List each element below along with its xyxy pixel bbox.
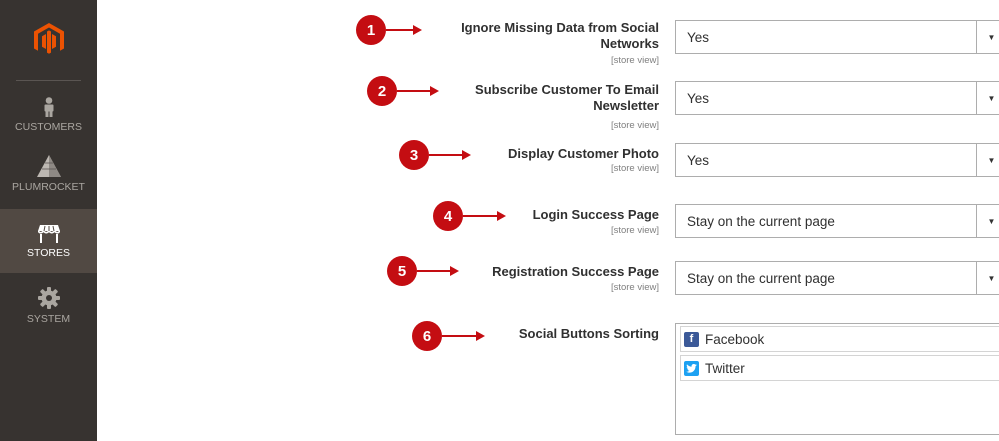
callout-arrow-head xyxy=(430,86,439,96)
sidebar-item-system[interactable]: SYSTEM xyxy=(0,279,97,335)
callout-arrow-line xyxy=(429,154,463,156)
chevron-down-icon[interactable]: ▼ xyxy=(976,205,999,237)
select-value: Yes xyxy=(687,152,710,168)
twitter-icon xyxy=(684,360,699,376)
callout-arrow-head xyxy=(497,211,506,221)
sortable-item-label: Facebook xyxy=(705,331,765,347)
callout-arrow-line xyxy=(442,335,477,337)
magento-logo[interactable] xyxy=(0,0,97,80)
sortable-item-twitter[interactable]: Twitter xyxy=(680,355,999,381)
field-label-subscribe-newsletter: Subscribe Customer To Email Newsletter xyxy=(475,82,659,114)
sidebar-item-customers[interactable]: CUSTOMERS xyxy=(0,88,97,144)
store-icon xyxy=(37,219,60,243)
callout-arrow-line xyxy=(463,215,498,217)
chevron-down-icon[interactable]: ▼ xyxy=(976,21,999,53)
label-line: Display Customer Photo xyxy=(508,146,659,161)
person-icon xyxy=(43,93,55,117)
callout-arrow-head xyxy=(462,150,471,160)
chevron-down-icon[interactable]: ▼ xyxy=(976,262,999,294)
callout-arrow-line xyxy=(397,90,431,92)
sidebar-item-label: CUSTOMERS xyxy=(15,121,82,133)
callout-arrow-head xyxy=(413,25,422,35)
field-label-social-buttons-sorting: Social Buttons Sorting xyxy=(519,326,659,342)
select-value: Stay on the current page xyxy=(687,270,835,286)
ignore-missing-data-select[interactable]: Yes ▼ xyxy=(675,20,999,54)
field-label-ignore-missing-data: Ignore Missing Data from Social Networks xyxy=(461,20,659,52)
callout-badge-5: 5 xyxy=(387,256,417,286)
social-buttons-sorting-list[interactable]: f Facebook Twitter xyxy=(675,323,999,435)
chevron-down-icon[interactable]: ▼ xyxy=(976,82,999,114)
scope-note: [store view] xyxy=(610,282,659,293)
field-label-display-customer-photo: Display Customer Photo xyxy=(508,146,659,162)
select-value: Yes xyxy=(687,90,710,106)
gear-icon xyxy=(37,285,60,309)
scope-note: [store view] xyxy=(610,55,659,66)
display-customer-photo-select[interactable]: Yes ▼ xyxy=(675,143,999,177)
subscribe-newsletter-select[interactable]: Yes ▼ xyxy=(675,81,999,115)
label-line: Subscribe Customer To Email xyxy=(475,82,659,97)
label-line: Social Buttons Sorting xyxy=(518,326,659,341)
label-line: Newsletter xyxy=(593,98,659,113)
scope-note: [store view] xyxy=(610,163,659,174)
select-value: Stay on the current page xyxy=(687,213,835,229)
registration-success-page-select[interactable]: Stay on the current page ▼ xyxy=(675,261,999,295)
label-line: Ignore Missing Data from Social xyxy=(461,20,659,35)
sidebar-divider xyxy=(16,80,81,81)
callout-badge-3: 3 xyxy=(399,140,429,170)
label-line: Networks xyxy=(600,36,659,51)
select-value: Yes xyxy=(687,29,710,45)
login-success-page-select[interactable]: Stay on the current page ▼ xyxy=(675,204,999,238)
callout-arrow-head xyxy=(476,331,485,341)
magento-logo-icon xyxy=(33,23,64,54)
sidebar-item-label: STORES xyxy=(27,247,70,259)
sidebar-item-stores[interactable]: STORES xyxy=(0,209,97,273)
sortable-item-label: Twitter xyxy=(705,360,745,376)
callout-badge-6: 6 xyxy=(412,321,442,351)
callout-arrow-head xyxy=(450,266,459,276)
scope-note: [store view] xyxy=(610,225,659,236)
facebook-icon: f xyxy=(684,331,699,347)
field-label-registration-success-page: Registration Success Page xyxy=(492,264,659,280)
scope-note: [store view] xyxy=(610,120,659,131)
plumrocket-pyramid-icon xyxy=(36,153,61,177)
sidebar-item-plumrocket[interactable]: PLUMROCKET xyxy=(0,146,97,206)
chevron-down-icon[interactable]: ▼ xyxy=(976,144,999,176)
callout-arrow-line xyxy=(386,29,414,31)
sortable-item-facebook[interactable]: f Facebook xyxy=(680,326,999,352)
admin-sidebar: CUSTOMERS PLUMROCKET STORES SYSTEM xyxy=(0,0,97,441)
callout-arrow-line xyxy=(417,270,451,272)
sidebar-item-label: PLUMROCKET xyxy=(12,181,85,193)
label-line: Login Success Page xyxy=(532,207,659,222)
callout-badge-4: 4 xyxy=(433,201,463,231)
callout-badge-1: 1 xyxy=(356,15,386,45)
field-label-login-success-page: Login Success Page xyxy=(533,207,659,223)
label-line: Registration Success Page xyxy=(492,264,659,279)
sidebar-item-label: SYSTEM xyxy=(26,313,71,325)
callout-badge-2: 2 xyxy=(367,76,397,106)
